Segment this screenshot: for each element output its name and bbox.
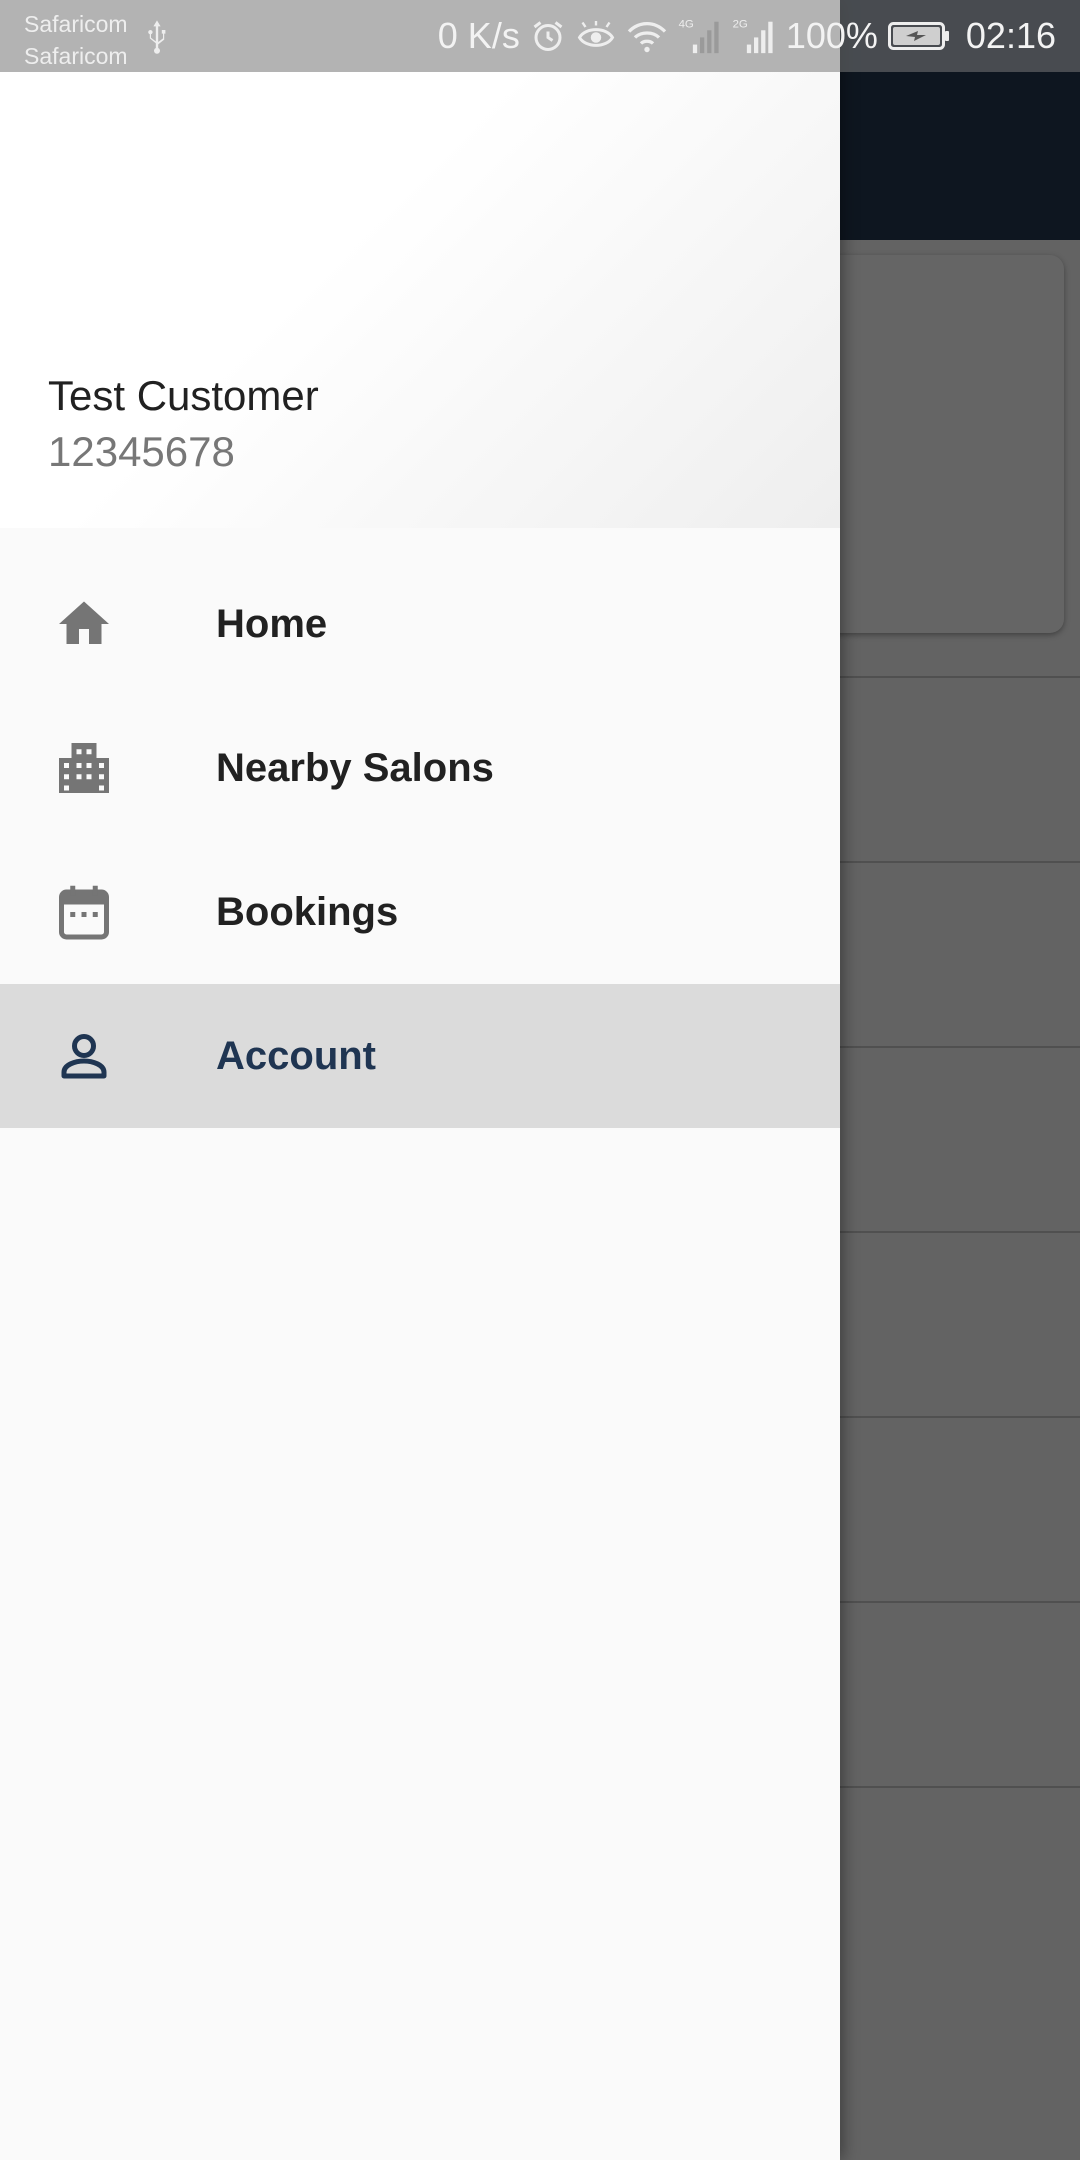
calendar-icon (59, 885, 109, 940)
usb-icon (148, 20, 166, 54)
person-icon (61, 1033, 107, 1079)
menu-item-home[interactable]: Home (0, 552, 840, 696)
battery-charging-icon (887, 22, 949, 50)
home-icon (59, 601, 109, 644)
net-speed: 0 K/s (437, 15, 520, 56)
menu-item-label: Home (216, 601, 328, 646)
carrier-1: Safaricom (24, 11, 128, 37)
screen: Safaricom Safaricom 0 K/s 4G 2G 100% 02:… (0, 0, 1080, 2160)
menu-item-label: Bookings (216, 889, 399, 934)
user-name: Test Customer (48, 372, 319, 419)
svg-text:4G: 4G (678, 18, 693, 30)
wifi-icon (627, 21, 666, 53)
menu-item-account[interactable]: Account (0, 984, 840, 1128)
clock: 02:16 (965, 15, 1056, 56)
building-icon (59, 743, 109, 793)
menu-item-label: Account (216, 1033, 376, 1078)
svg-text:2G: 2G (732, 18, 747, 30)
alarm-icon (533, 21, 563, 51)
carrier-2: Safaricom (24, 43, 128, 69)
status-right-group: 0 K/s 4G 2G 100% 02:16 (438, 0, 1056, 72)
navigation-drawer: Test Customer 12345678 Home Nearby Salon… (0, 0, 840, 2160)
menu-item-bookings[interactable]: Bookings (0, 840, 840, 984)
menu-item-label: Nearby Salons (216, 745, 494, 790)
battery-percent: 100% (785, 15, 878, 56)
eye-comfort-icon (577, 21, 615, 47)
drawer-header: Test Customer 12345678 (0, 72, 840, 528)
menu-item-nearby-salons[interactable]: Nearby Salons (0, 696, 840, 840)
drawer-menu: Home Nearby Salons Bookings Account (0, 552, 840, 1128)
signal-2g-icon: 2G (732, 18, 773, 54)
user-phone: 12345678 (48, 428, 235, 475)
carrier-labels: Safaricom Safaricom (24, 8, 128, 72)
status-bar: Safaricom Safaricom 0 K/s 4G 2G 100% 02:… (0, 0, 1080, 72)
signal-4g-icon: 4G (678, 18, 719, 54)
